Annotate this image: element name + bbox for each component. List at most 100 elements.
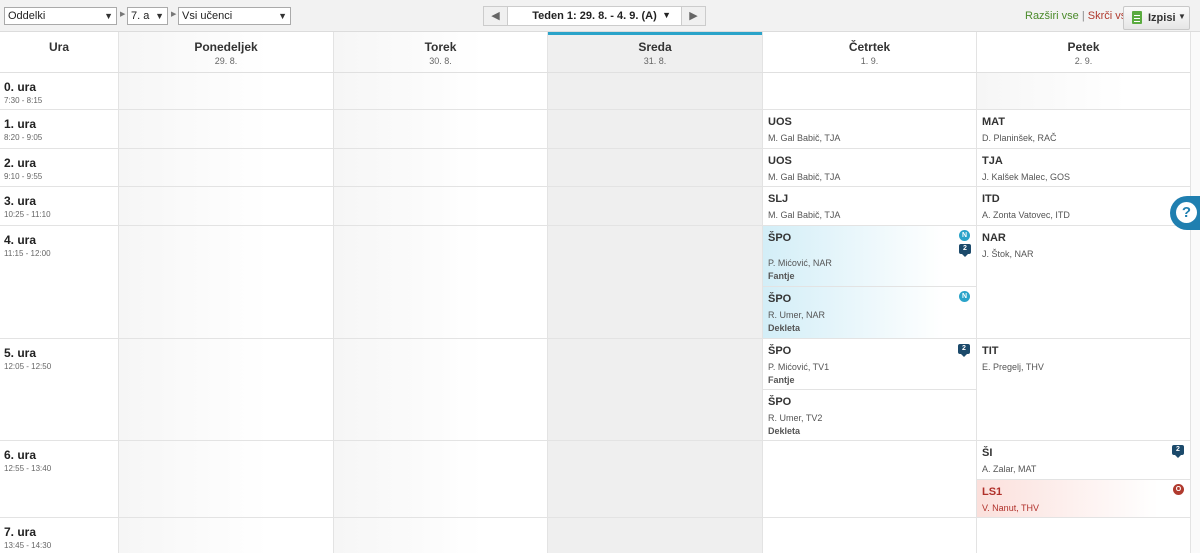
lesson-card[interactable]: ŠPO R. Umer, TV2 Dekleta [763, 390, 976, 440]
day-header-row: Ura Ponedeljek 29. 8. Torek 30. 8. Sreda… [0, 32, 1190, 73]
hour-name: 1. ura [4, 117, 37, 131]
hour-time: 10:25 - 11:10 [4, 210, 51, 219]
lesson-group: Fantje [768, 271, 795, 281]
day-header-monday: Ponedeljek 29. 8. [119, 32, 333, 72]
lesson-teacher: V. Nanut, THV [982, 503, 1040, 513]
day-name: Petek [1067, 40, 1100, 54]
lesson-card-substitution[interactable]: ŠPO R. Umer, NAR Dekleta N [763, 287, 976, 338]
document-icon [1132, 11, 1142, 24]
day-header-wednesday: Sreda 31. 8. [548, 32, 762, 72]
lesson-card[interactable]: UOS M. Gal Babič, TJA [763, 110, 976, 148]
substitution-badge-icon: N [959, 230, 970, 241]
lesson-card[interactable]: NAR J. Štok, NAR [977, 226, 1190, 338]
lesson-card[interactable]: TIT E. Pregelj, THV [977, 339, 1190, 440]
lesson-card-substitution[interactable]: ŠPO P. Mićović, NAR Fantje N 2 [763, 226, 976, 286]
lesson-teacher: M. Gal Babič, TJA [768, 172, 841, 182]
lesson-subject: ŠPO [768, 396, 792, 408]
lesson-teacher: A. Zalar, MAT [982, 464, 1037, 474]
day-date: 30. 8. [429, 56, 452, 66]
hour-name: 3. ura [4, 194, 37, 208]
filter-type-value: Oddelki [8, 10, 46, 22]
comment-icon[interactable]: 2 [958, 344, 970, 357]
hour-time: 7:30 - 8:15 [4, 96, 43, 105]
hour-name: 4. ura [4, 233, 37, 247]
hour-name: 6. ura [4, 448, 37, 462]
class-select[interactable]: 7. a ▼ [127, 7, 168, 25]
chevron-down-icon: ▼ [278, 11, 287, 21]
hour-row-label: 5. ura 12:05 - 12:50 [0, 339, 118, 371]
lesson-teacher: J. Kalšek Malec, GOS [982, 172, 1071, 182]
next-week-button[interactable]: ▶ [681, 7, 705, 25]
column-divider [118, 32, 119, 553]
lesson-teacher: P. Mićović, TV1 [768, 362, 830, 372]
expand-collapse-links: Razširi vse | Skrči vse [1025, 10, 1132, 22]
comment-icon[interactable]: 2 [1172, 445, 1184, 458]
scrollbar-track[interactable] [1190, 32, 1200, 553]
print-button[interactable]: Izpisi ▼ [1123, 6, 1190, 30]
day-date: 31. 8. [643, 56, 667, 66]
lesson-card-cancelled[interactable]: LS1 V. Nanut, THV O [977, 480, 1190, 517]
lesson-subject: NAR [982, 232, 1006, 244]
lesson-subject: TIT [982, 345, 999, 357]
hour-row-label: 2. ura 9:10 - 9:55 [0, 149, 118, 181]
column-divider [547, 32, 548, 553]
lesson-group: Fantje [768, 375, 795, 385]
lesson-card[interactable]: ITD A. Zonta Vatovec, ITD [977, 187, 1190, 225]
day-column-bg [119, 32, 333, 553]
day-header-friday: Petek 2. 9. [977, 32, 1190, 72]
chevron-right-icon: ▶ [120, 11, 126, 18]
hour-name: 7. ura [4, 525, 37, 539]
hour-row-label: 7. ura 13:45 - 14:30 [0, 518, 118, 550]
expand-all-link[interactable]: Razširi vse [1025, 10, 1079, 22]
lesson-subject: ŠI [982, 447, 993, 459]
previous-week-button[interactable]: ◀ [484, 7, 508, 25]
week-select[interactable]: Teden 1: 29. 8. - 4. 9. (A) [508, 7, 681, 25]
cancelled-badge-icon: O [1173, 484, 1184, 495]
lesson-group: Dekleta [768, 426, 801, 436]
column-divider [333, 32, 334, 553]
students-select[interactable]: Vsi učenci ▼ [178, 7, 291, 25]
lesson-card[interactable]: UOS M. Gal Babič, TJA [763, 149, 976, 186]
row-divider [0, 517, 1190, 518]
hour-row-label: 1. ura 8:20 - 9:05 [0, 110, 118, 142]
comment-icon[interactable]: 2 [959, 244, 971, 257]
hour-time: 12:05 - 12:50 [4, 362, 52, 371]
chevron-down-icon: ▼ [155, 11, 164, 21]
help-button[interactable]: ? [1170, 196, 1200, 230]
hour-row-label: 0. ura 7:30 - 8:15 [0, 73, 118, 105]
lesson-card[interactable]: SLJ M. Gal Babič, TJA [763, 187, 976, 225]
day-date: 29. 8. [214, 56, 238, 66]
lesson-teacher: A. Zonta Vatovec, ITD [982, 210, 1070, 220]
day-header-tuesday: Torek 30. 8. [334, 32, 547, 72]
today-column-bg [548, 32, 762, 553]
substitution-badge-icon: N [959, 291, 970, 302]
day-name: Ponedeljek [194, 40, 258, 54]
week-label: Teden 1: 29. 8. - 4. 9. (A) [532, 10, 657, 22]
chevron-right-icon: ▶ [171, 11, 177, 18]
chevron-down-icon: ▼ [104, 11, 113, 21]
hour-time: 9:10 - 9:55 [4, 172, 43, 181]
lesson-card[interactable]: ŠPO P. Mićović, TV1 Fantje 2 [763, 339, 976, 389]
hour-header-label: Ura [48, 40, 69, 54]
lesson-card[interactable]: TJA J. Kalšek Malec, GOS [977, 149, 1190, 186]
lesson-card[interactable]: MAT D. Planinšek, RAČ [977, 110, 1190, 148]
day-date: 1. 9. [860, 56, 879, 66]
lesson-card[interactable]: ŠI A. Zalar, MAT 2 [977, 441, 1190, 479]
class-value: 7. a [131, 10, 150, 22]
lesson-teacher: R. Umer, TV2 [768, 413, 823, 423]
lesson-subject: ŠPO [768, 293, 792, 305]
hour-time: 13:45 - 14:30 [4, 541, 52, 550]
filter-type-select[interactable]: Oddelki ▼ [4, 7, 117, 25]
lesson-subject: UOS [768, 155, 792, 167]
lesson-teacher: M. Gal Babič, TJA [768, 133, 841, 143]
lesson-teacher: J. Štok, NAR [982, 249, 1034, 259]
toolbar: Oddelki ▼ ▶ 7. a ▼ ▶ Vsi učenci ▼ ◀ Tede… [0, 0, 1200, 32]
lesson-teacher: M. Gal Babič, TJA [768, 210, 841, 220]
link-separator: | [1081, 10, 1085, 22]
chevron-down-icon: ▼ [662, 10, 671, 20]
day-name: Torek [424, 40, 457, 54]
day-date: 2. 9. [1074, 56, 1093, 66]
lesson-subject: ITD [982, 193, 1000, 205]
chevron-down-icon: ▼ [1178, 12, 1186, 21]
lesson-subject: UOS [768, 116, 792, 128]
